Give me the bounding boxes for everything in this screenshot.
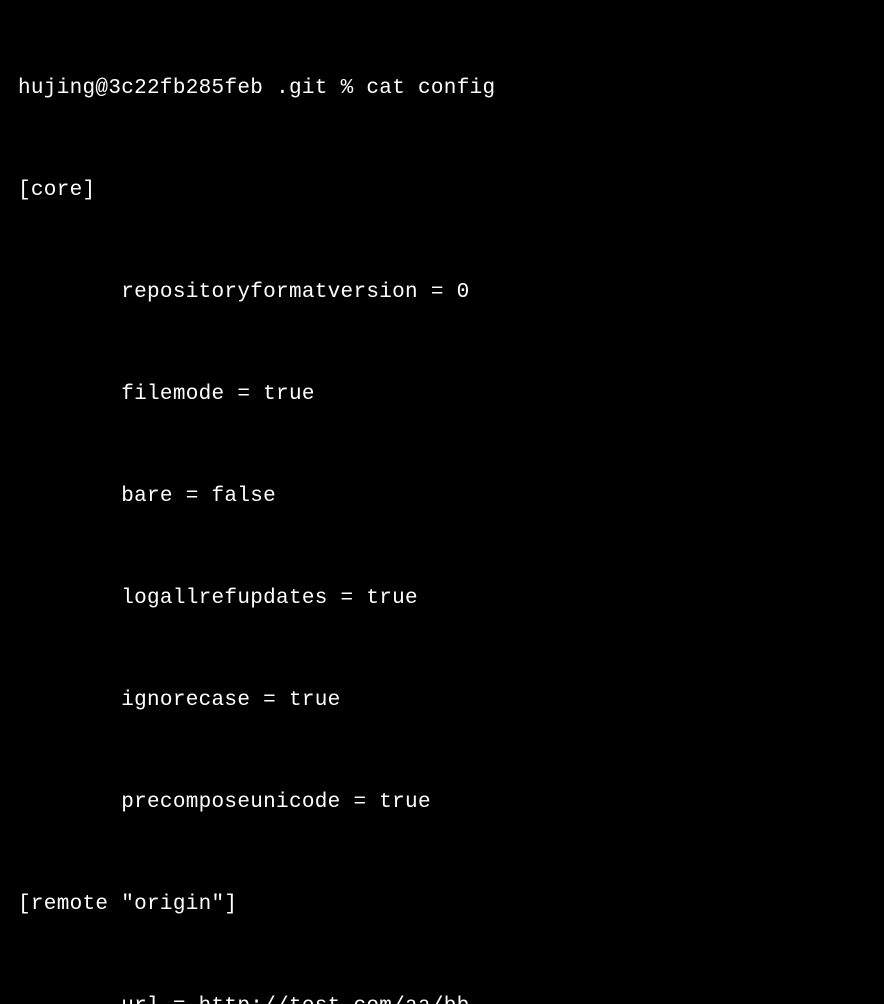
prompt-at: @	[95, 72, 108, 106]
config-line: filemode = true	[18, 378, 866, 412]
prompt-line-1: hujing@3c22fb285feb .git % cat config	[18, 72, 866, 106]
prompt-dir: .git	[276, 72, 328, 106]
config-line: precomposeunicode = true	[18, 786, 866, 820]
space	[328, 72, 341, 106]
config-line: repositoryformatversion = 0	[18, 276, 866, 310]
config-section-remote-header: [remote "origin"]	[18, 888, 866, 922]
prompt-user: hujing	[18, 72, 95, 106]
terminal-output[interactable]: hujing@3c22fb285feb .git % cat config [c…	[18, 4, 866, 1004]
space	[353, 72, 366, 106]
config-line: url = http://test.com/aa/bb	[18, 990, 866, 1004]
command-text: cat config	[366, 72, 495, 106]
space	[263, 72, 276, 106]
config-section-core-header: [core]	[18, 174, 866, 208]
config-line: logallrefupdates = true	[18, 582, 866, 616]
config-line: ignorecase = true	[18, 684, 866, 718]
config-line: bare = false	[18, 480, 866, 514]
prompt-symbol: %	[341, 72, 354, 106]
prompt-host: 3c22fb285feb	[108, 72, 263, 106]
